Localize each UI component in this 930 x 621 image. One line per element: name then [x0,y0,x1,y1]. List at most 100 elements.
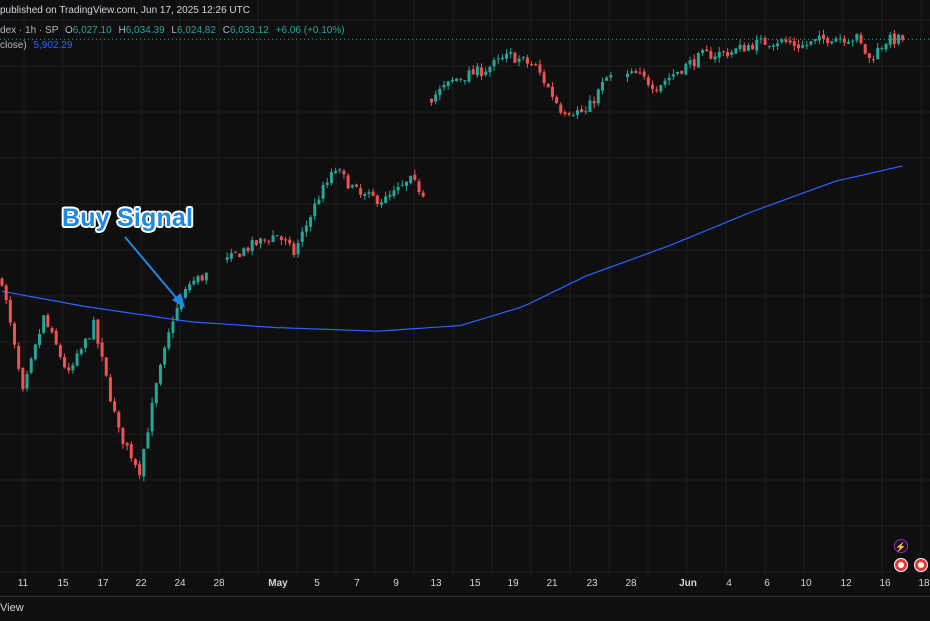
candle-body [880,48,884,50]
candle [8,296,12,326]
candle-body [684,63,688,75]
candle [771,43,775,51]
candle [705,45,709,52]
time-axis-tick: 10 [800,578,812,589]
time-axis-tick: 17 [97,578,109,589]
candle-body [730,52,734,55]
candle [717,46,721,63]
lightning-icon[interactable]: ⚡ [894,539,908,553]
candle-body [634,71,638,74]
candle-body [525,57,529,64]
us-flag-icon[interactable] [914,558,928,572]
candle [659,84,663,94]
candle-body [796,44,800,49]
candle [284,236,288,246]
candle [300,227,304,248]
close-label: C [222,25,230,36]
candle [847,39,851,45]
candle [600,77,604,95]
candle-body [755,39,759,51]
candle [655,86,659,94]
candle [254,239,258,247]
candle-body [8,299,12,323]
candle [880,46,884,51]
candle-body [188,284,192,291]
candle-body [505,53,509,59]
candle-body [292,243,296,256]
candle-body [267,241,271,243]
candle [692,54,696,71]
candle-body [596,89,600,104]
candle-body [350,185,354,188]
candle-body [321,184,325,199]
time-axis[interactable]: 11 15 17 22 24 28 May 5 7 9 13 15 19 21 23 28 Jun 4 6 10 12 1… [0,575,930,595]
candle-body [713,56,717,60]
candle [726,48,730,59]
candle-body [54,330,58,345]
candle [784,36,788,44]
candle [54,328,58,346]
candle-body [46,315,50,327]
candle [234,251,238,254]
candle-body [346,175,350,189]
published-text: published on TradingView.com, Jun 17, 20… [0,5,250,16]
candle [359,183,363,198]
candle [496,54,500,65]
candle-body [200,275,204,281]
candle [767,45,771,49]
candle-body [842,38,846,43]
candle [334,167,338,175]
candle [288,236,292,247]
candle [67,362,71,374]
candle-body [588,100,592,112]
candle [734,47,738,55]
candle-body [417,181,421,193]
candle-body [580,109,584,113]
candle [304,220,308,237]
candle-body [817,35,821,41]
time-axis-tick: 24 [174,578,186,589]
candle [50,326,54,335]
candle [792,37,796,51]
candle [830,40,834,45]
candle-body [442,84,446,88]
candle [17,342,21,372]
price-chart[interactable] [0,0,930,575]
candle [317,195,321,205]
candle [188,280,192,293]
candle-body [329,172,333,184]
chart-area[interactable]: published on TradingView.com, Jun 17, 20… [0,0,930,575]
candle [25,370,29,392]
candle-body [776,43,780,47]
candle [58,343,62,360]
candle [129,441,133,462]
candle [642,68,646,80]
candle-body [600,82,604,91]
candle [488,65,492,77]
candle-body [726,52,730,57]
candle-body [784,39,788,42]
time-axis-tick: 28 [625,578,637,589]
candle-body [838,38,842,40]
candle [79,347,83,356]
candle [404,181,408,191]
candle-body [521,57,525,59]
candle-body [496,58,500,60]
candle [71,362,75,374]
candle [96,318,100,349]
candle [759,34,763,44]
candle-body [142,449,146,477]
change-value: +6.06 (+0.10%) [275,25,345,36]
candle-body [513,52,517,63]
candle-body [734,48,738,54]
candle [897,33,901,46]
candle [888,32,892,49]
candle-body [759,38,763,40]
candle [113,397,117,413]
candle [154,381,158,407]
candle-body [288,239,292,244]
us-flag-icon[interactable] [894,558,908,572]
candle-body [413,174,417,180]
candle [430,98,434,106]
candle-body [834,38,838,42]
